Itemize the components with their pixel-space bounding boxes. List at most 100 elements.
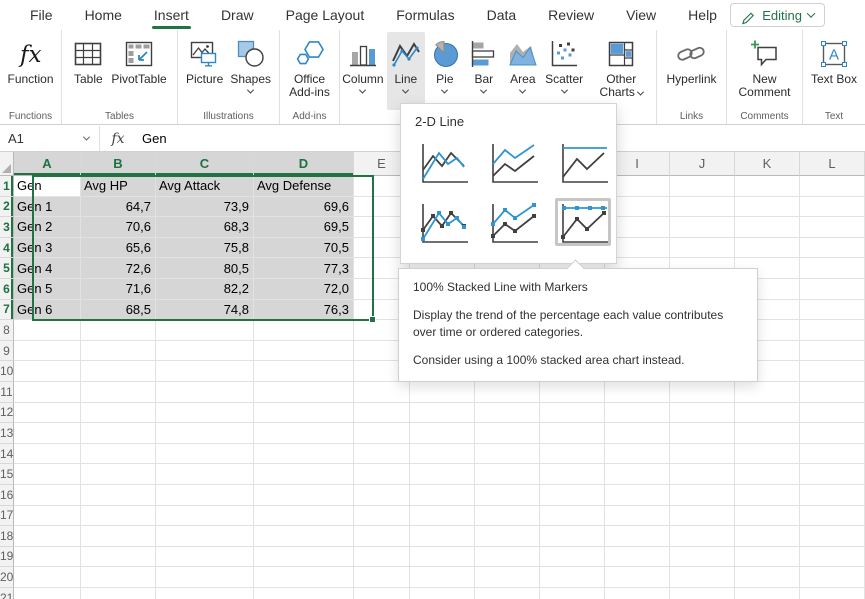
cell-I13[interactable] (605, 423, 670, 444)
pie-button[interactable]: Pie (426, 32, 464, 110)
cell-D19[interactable] (254, 547, 354, 568)
cell-G15[interactable] (475, 464, 540, 485)
cell-H13[interactable] (540, 423, 605, 444)
cell-C21[interactable] (156, 588, 254, 599)
cell-L5[interactable] (800, 258, 865, 279)
shapes-button[interactable]: Shapes (227, 32, 274, 110)
cell-D13[interactable] (254, 423, 354, 444)
cell-A11[interactable] (14, 382, 81, 403)
row-header-17[interactable]: 17 (0, 506, 14, 527)
column-header-k[interactable]: K (735, 152, 800, 176)
cell-K11[interactable] (735, 382, 800, 403)
cell-B3[interactable]: 70,6 (81, 217, 156, 238)
cell-I16[interactable] (605, 485, 670, 506)
cell-B12[interactable] (81, 403, 156, 424)
picture-button[interactable]: Picture (183, 32, 226, 110)
cell-F19[interactable] (410, 547, 475, 568)
cell-H11[interactable] (540, 382, 605, 403)
cell-C11[interactable] (156, 382, 254, 403)
row-header-4[interactable]: 4 (0, 238, 14, 259)
hyperlink-button[interactable]: Hyperlink (663, 32, 719, 110)
cell-B4[interactable]: 65,6 (81, 238, 156, 259)
cell-H18[interactable] (540, 526, 605, 547)
cell-B9[interactable] (81, 341, 156, 362)
fx-icon[interactable]: fx (100, 131, 136, 147)
cell-K12[interactable] (735, 403, 800, 424)
cell-C16[interactable] (156, 485, 254, 506)
cell-A2[interactable]: Gen 1 (14, 197, 81, 218)
cell-E19[interactable] (354, 547, 410, 568)
cell-L11[interactable] (800, 382, 865, 403)
cell-B7[interactable]: 68,5 (81, 300, 156, 321)
row-header-21[interactable]: 21 (0, 588, 14, 599)
cell-A8[interactable] (14, 320, 81, 341)
cell-J4[interactable] (670, 238, 735, 259)
cell-E18[interactable] (354, 526, 410, 547)
cell-B21[interactable] (81, 588, 156, 599)
cell-C8[interactable] (156, 320, 254, 341)
line-button[interactable]: Line (387, 32, 425, 110)
cell-L20[interactable] (800, 567, 865, 588)
column-header-j[interactable]: J (670, 152, 735, 176)
cell-G11[interactable] (475, 382, 540, 403)
column-header-l[interactable]: L (800, 152, 865, 176)
menu-tab-data[interactable]: Data (471, 0, 533, 30)
cell-D2[interactable]: 69,6 (254, 197, 354, 218)
cell-A10[interactable] (14, 361, 81, 382)
cell-A12[interactable] (14, 403, 81, 424)
cell-D3[interactable]: 69,5 (254, 217, 354, 238)
row-header-10[interactable]: 10 (0, 361, 14, 382)
cell-A19[interactable] (14, 547, 81, 568)
other-charts-button[interactable]: Other Charts (586, 32, 656, 110)
cell-F12[interactable] (410, 403, 475, 424)
cell-E21[interactable] (354, 588, 410, 599)
cell-B1[interactable]: Avg HP (81, 176, 156, 197)
cell-K4[interactable] (735, 238, 800, 259)
cell-L15[interactable] (800, 464, 865, 485)
cell-L7[interactable] (800, 300, 865, 321)
cell-K2[interactable] (735, 197, 800, 218)
column-header-d[interactable]: D (254, 152, 354, 176)
chevron-down-icon[interactable] (83, 134, 90, 141)
cell-F21[interactable] (410, 588, 475, 599)
cell-I11[interactable] (605, 382, 670, 403)
cell-C7[interactable]: 74,8 (156, 300, 254, 321)
cell-I14[interactable] (605, 444, 670, 465)
cell-K15[interactable] (735, 464, 800, 485)
cell-B14[interactable] (81, 444, 156, 465)
cell-B18[interactable] (81, 526, 156, 547)
chart-type-100-stacked-line[interactable] (555, 138, 611, 186)
cell-D11[interactable] (254, 382, 354, 403)
row-header-19[interactable]: 19 (0, 547, 14, 568)
cell-L10[interactable] (800, 361, 865, 382)
cell-K18[interactable] (735, 526, 800, 547)
cell-F13[interactable] (410, 423, 475, 444)
menu-tab-formulas[interactable]: Formulas (380, 0, 470, 30)
cell-K21[interactable] (735, 588, 800, 599)
cell-I20[interactable] (605, 567, 670, 588)
cell-C14[interactable] (156, 444, 254, 465)
cell-C3[interactable]: 68,3 (156, 217, 254, 238)
cell-C10[interactable] (156, 361, 254, 382)
cell-E15[interactable] (354, 464, 410, 485)
cell-H15[interactable] (540, 464, 605, 485)
cell-K13[interactable] (735, 423, 800, 444)
cell-J14[interactable] (670, 444, 735, 465)
cell-A7[interactable]: Gen 6 (14, 300, 81, 321)
cell-C15[interactable] (156, 464, 254, 485)
office-add-ins-button[interactable]: Office Add-ins (280, 32, 339, 110)
cell-K14[interactable] (735, 444, 800, 465)
column-header-b[interactable]: B (81, 152, 156, 176)
cell-C2[interactable]: 73,9 (156, 197, 254, 218)
cell-D17[interactable] (254, 506, 354, 527)
cell-A21[interactable] (14, 588, 81, 599)
cell-F17[interactable] (410, 506, 475, 527)
cell-D20[interactable] (254, 567, 354, 588)
cell-L21[interactable] (800, 588, 865, 599)
cell-L1[interactable] (800, 176, 865, 197)
cell-J2[interactable] (670, 197, 735, 218)
cell-D1[interactable]: Avg Defense (254, 176, 354, 197)
cell-D4[interactable]: 70,5 (254, 238, 354, 259)
cell-C5[interactable]: 80,5 (156, 258, 254, 279)
cell-J17[interactable] (670, 506, 735, 527)
